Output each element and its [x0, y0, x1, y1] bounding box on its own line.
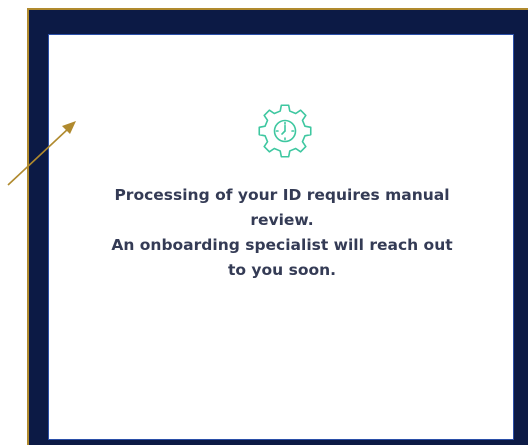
screen: Processing of your ID requires manual re…	[0, 0, 528, 445]
outer-frame: Processing of your ID requires manual re…	[27, 8, 528, 445]
message-line-1: Processing of your ID requires manual re…	[114, 186, 450, 229]
message-line-2: An onboarding specialist will reach out …	[111, 236, 453, 279]
gear-clock-icon	[258, 104, 312, 158]
review-message: Processing of your ID requires manual re…	[49, 183, 515, 283]
manual-review-panel: Processing of your ID requires manual re…	[48, 34, 514, 440]
